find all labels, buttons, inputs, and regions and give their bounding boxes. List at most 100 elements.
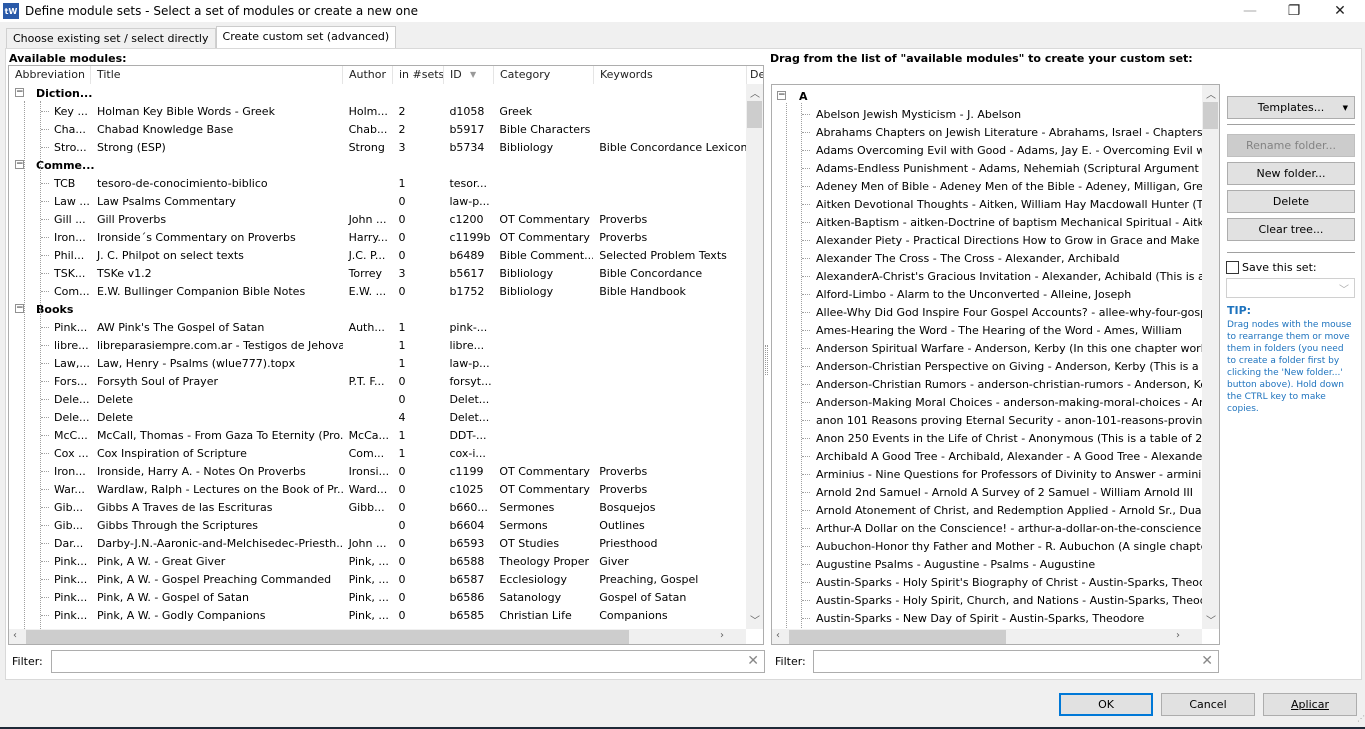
rename-folder-button[interactable]: Rename folder... bbox=[1227, 134, 1355, 157]
left-horizontal-scrollbar[interactable]: ‹ › bbox=[9, 629, 746, 644]
list-item[interactable]: Adeney Men of Bible - Adeney Men of the … bbox=[772, 177, 1202, 195]
clear-filter-icon[interactable]: ✕ bbox=[747, 653, 759, 669]
splitter-handle[interactable] bbox=[765, 345, 768, 375]
column-header-keywords[interactable]: Keywords bbox=[594, 66, 747, 84]
table-row[interactable]: libre... libreparasiempre.com.ar - Testig… bbox=[9, 336, 746, 354]
list-item[interactable]: Anderson-Making Moral Choices - anderson… bbox=[772, 393, 1202, 411]
tab-create-custom[interactable]: Create custom set (advanced) bbox=[215, 26, 397, 48]
list-item[interactable]: Augustine Psalms - Augustine - Psalms - … bbox=[772, 555, 1202, 573]
new-folder-button[interactable]: New folder... bbox=[1227, 162, 1355, 185]
resize-grip-icon[interactable]: ⋰ bbox=[1357, 714, 1365, 723]
save-set-combobox[interactable]: ﹀ bbox=[1226, 278, 1355, 298]
table-row[interactable]: Pink... AW Pink's The Gospel of Satan Auth… bbox=[9, 318, 746, 336]
table-row[interactable]: Gib... Gibbs A Traves de las Escrituras Gi… bbox=[9, 498, 746, 516]
list-item[interactable]: Abrahams Chapters on Jewish Literature -… bbox=[772, 123, 1202, 141]
column-header-description[interactable]: De bbox=[747, 66, 763, 84]
table-row[interactable]: Iron... Ironside´s Commentary on Proverbs… bbox=[9, 228, 746, 246]
collapse-icon[interactable]: − bbox=[15, 304, 24, 313]
minimize-button[interactable]: — bbox=[1227, 0, 1273, 22]
list-item[interactable]: Abelson Jewish Mysticism - J. Abelson bbox=[772, 105, 1202, 123]
ok-button[interactable]: OK bbox=[1059, 693, 1153, 716]
column-header-author[interactable]: Author bbox=[343, 66, 393, 84]
scroll-up-icon[interactable]: ︿ bbox=[750, 85, 760, 100]
right-filter-input[interactable]: ✕ bbox=[813, 650, 1219, 673]
left-hscroll-thumb[interactable] bbox=[26, 630, 629, 644]
left-filter-input[interactable]: ✕ bbox=[51, 650, 765, 673]
list-item[interactable]: Austin-Sparks - Holy Spirit's Biography … bbox=[772, 573, 1202, 591]
custom-set-tree[interactable]: − A Abelson Jewish Mysticism - J. Abelso… bbox=[771, 84, 1220, 645]
table-row[interactable]: Stro... Strong (ESP) Strong 3 b5734 Bibliolog… bbox=[9, 138, 746, 156]
scroll-down-icon[interactable]: ﹀ bbox=[750, 612, 760, 627]
cancel-button[interactable]: Cancel bbox=[1161, 693, 1255, 716]
list-item[interactable]: Arthur-A Dollar on the Conscience! - art… bbox=[772, 519, 1202, 537]
table-row[interactable]: Gib... Gibbs Through the Scriptures 0 b6604… bbox=[9, 516, 746, 534]
scroll-down-icon[interactable]: ﹀ bbox=[1206, 612, 1216, 627]
scroll-left-icon[interactable]: ‹ bbox=[776, 630, 780, 641]
column-header-in-sets[interactable]: in #sets bbox=[393, 66, 444, 84]
right-hscroll-thumb[interactable] bbox=[789, 630, 1006, 644]
table-row[interactable]: McC... McCall, Thomas - From Gaza To Eter… bbox=[9, 426, 746, 444]
list-item[interactable]: Aitken-Baptism - aitken-Doctrine of bapt… bbox=[772, 213, 1202, 231]
list-item[interactable]: Archibald A Good Tree - Archibald, Alexa… bbox=[772, 447, 1202, 465]
table-row[interactable]: Law ... Law Psalms Commentary 0 law-p... bbox=[9, 192, 746, 210]
scroll-left-icon[interactable]: ‹ bbox=[13, 630, 17, 641]
list-item[interactable]: Anderson Spiritual Warfare - Anderson, K… bbox=[772, 339, 1202, 357]
table-row[interactable]: Key ... Holman Key Bible Words - Greek Hol… bbox=[9, 102, 746, 120]
list-item[interactable]: Anon 250 Events in the Life of Christ - … bbox=[772, 429, 1202, 447]
scroll-right-icon[interactable]: › bbox=[720, 630, 724, 641]
templates-button[interactable]: Templates... ▼ bbox=[1227, 96, 1355, 119]
table-row[interactable]: Dele... Delete 0 Delet... bbox=[9, 390, 746, 408]
list-item[interactable]: Adams Overcoming Evil with Good - Adams,… bbox=[772, 141, 1202, 159]
table-row[interactable]: Gill ... Gill Proverbs John ... 0 c1200 OT Co… bbox=[9, 210, 746, 228]
table-row[interactable]: Fors... Forsyth Soul of Prayer P.T. F... 0 f… bbox=[9, 372, 746, 390]
column-header-category[interactable]: Category bbox=[494, 66, 594, 84]
table-row[interactable]: TSK... TSKe v1.2 Torrey 3 b5617 Bibliology Bib… bbox=[9, 264, 746, 282]
list-item[interactable]: Aitken Devotional Thoughts - Aitken, Wil… bbox=[772, 195, 1202, 213]
column-header-id[interactable]: ID ▼ bbox=[444, 66, 494, 84]
column-header-title[interactable]: Title bbox=[91, 66, 343, 84]
table-row[interactable]: Pink... Pink, A W. - Gospel of Satan Pink,… bbox=[9, 588, 746, 606]
table-row[interactable]: Pink... Pink, A W. - Gospel Preaching Com… bbox=[9, 570, 746, 588]
table-row[interactable]: Dar... Darby-J.N.-Aaronic-and-Melchisedec… bbox=[9, 534, 746, 552]
table-row[interactable]: Dele... Delete 4 Delet... bbox=[9, 408, 746, 426]
list-item[interactable]: Alexander Piety - Practical Directions H… bbox=[772, 231, 1202, 249]
delete-button[interactable]: Delete bbox=[1227, 190, 1355, 213]
list-item[interactable]: Arnold 2nd Samuel - Arnold A Survey of 2… bbox=[772, 483, 1202, 501]
table-row[interactable]: TCB tesoro-de-conocimiento-biblico 1 tesor.… bbox=[9, 174, 746, 192]
table-row[interactable]: Iron... Ironside, Harry A. - Notes On Pro… bbox=[9, 462, 746, 480]
group-row[interactable]: − Books bbox=[9, 300, 746, 318]
table-row[interactable]: Cox ... Cox Inspiration of Scripture Com..… bbox=[9, 444, 746, 462]
available-modules-list[interactable]: Abbreviation Title Author in #sets ID ▼ C… bbox=[8, 65, 764, 645]
right-vertical-scrollbar[interactable]: ︿ ﹀ bbox=[1202, 85, 1219, 629]
list-item[interactable]: anon 101 Reasons proving Eternal Securit… bbox=[772, 411, 1202, 429]
table-row[interactable]: War... Wardlaw, Ralph - Lectures on the B… bbox=[9, 480, 746, 498]
table-row[interactable]: Pink... Pink, A W. - Great Giver Pink, ...… bbox=[9, 552, 746, 570]
list-item[interactable]: Arminius - Nine Questions for Professors… bbox=[772, 465, 1202, 483]
table-row[interactable]: Law,... Law, Henry - Psalms (wlue777).top… bbox=[9, 354, 746, 372]
list-item[interactable]: Alexander The Cross - The Cross - Alexan… bbox=[772, 249, 1202, 267]
right-vscroll-thumb[interactable] bbox=[1203, 102, 1218, 129]
collapse-icon[interactable]: − bbox=[15, 88, 24, 97]
table-row[interactable]: Pink... Pink, A W. - Godly Companions Pink… bbox=[9, 606, 746, 624]
table-row[interactable]: Com... E.W. Bullinger Companion Bible Not… bbox=[9, 282, 746, 300]
collapse-icon[interactable]: − bbox=[777, 91, 786, 100]
list-item[interactable]: Austin-Sparks - New Day of Spirit - Aust… bbox=[772, 609, 1202, 627]
scroll-right-icon[interactable]: › bbox=[1176, 630, 1180, 641]
list-item[interactable]: Anderson-Christian Perspective on Giving… bbox=[772, 357, 1202, 375]
collapse-icon[interactable]: − bbox=[15, 160, 24, 169]
list-item[interactable]: Austin-Sparks - Holy Spirit, Church, and… bbox=[772, 591, 1202, 609]
list-item[interactable]: Aubuchon-Honor thy Father and Mother - R… bbox=[772, 537, 1202, 555]
folder-row[interactable]: − A bbox=[772, 87, 1202, 105]
left-vscroll-thumb[interactable] bbox=[747, 101, 762, 128]
scroll-up-icon[interactable]: ︿ bbox=[1206, 86, 1216, 101]
list-item[interactable]: Alford-Limbo - Alarm to the Unconverted … bbox=[772, 285, 1202, 303]
list-item[interactable]: Adams-Endless Punishment - Adams, Nehemi… bbox=[772, 159, 1202, 177]
apply-button[interactable]: Aplicar bbox=[1263, 693, 1357, 716]
list-item[interactable]: Anderson-Christian Rumors - anderson-chr… bbox=[772, 375, 1202, 393]
close-button[interactable]: ✕ bbox=[1317, 0, 1363, 22]
table-row[interactable]: Phil... J. C. Philpot on select texts J.C.… bbox=[9, 246, 746, 264]
list-item[interactable]: Ames-Hearing the Word - The Hearing of t… bbox=[772, 321, 1202, 339]
table-row[interactable]: Cha... Chabad Knowledge Base Chab... 2 b5917… bbox=[9, 120, 746, 138]
save-set-checkbox[interactable] bbox=[1226, 261, 1239, 274]
clear-tree-button[interactable]: Clear tree... bbox=[1227, 218, 1355, 241]
